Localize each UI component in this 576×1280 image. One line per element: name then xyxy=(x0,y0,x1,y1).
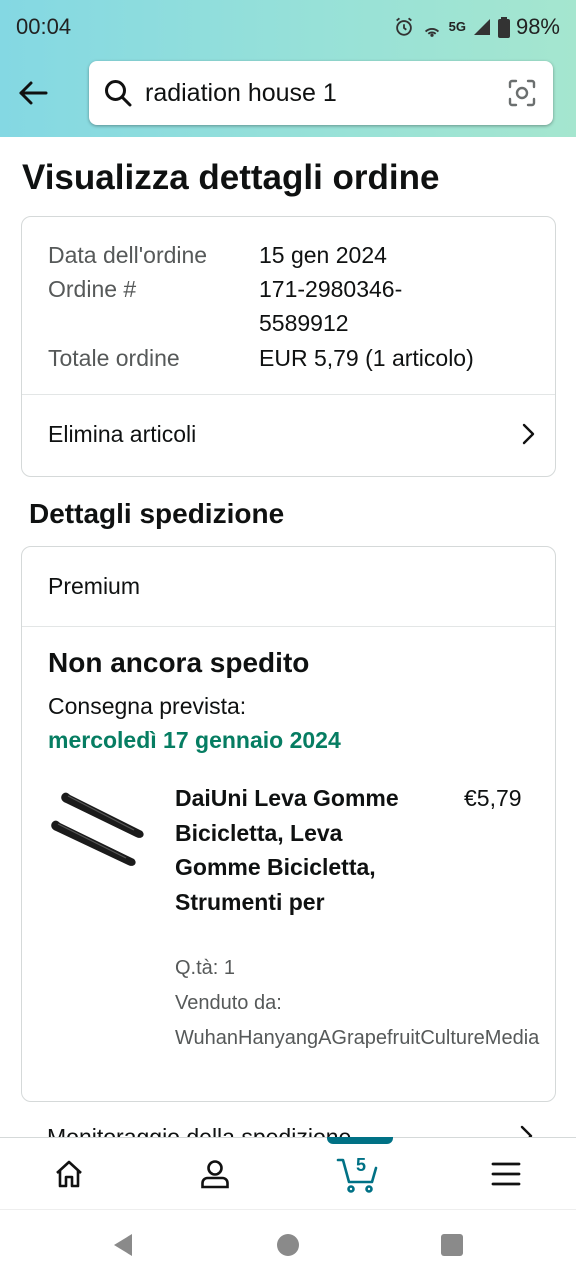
shipment-status: Non ancora spedito xyxy=(48,647,310,678)
status-time: 00:04 xyxy=(16,14,72,39)
nav-menu[interactable] xyxy=(484,1152,528,1196)
seller-name[interactable]: WuhanHanyangAGrapefruitCultureMedia xyxy=(175,1027,539,1050)
home-icon xyxy=(56,1160,82,1188)
delete-items-label: Elimina articoli xyxy=(48,421,197,447)
sold-by-label: Venduto da: xyxy=(175,992,282,1014)
signal-icon xyxy=(472,17,492,37)
order-details-screen: 00:04 5G 98% radiation house 1 Visualizz… xyxy=(0,0,576,1280)
camera-scan-icon[interactable] xyxy=(507,78,537,108)
delivery-label: Consegna prevista: xyxy=(48,693,247,719)
order-summary-card: Data dell'ordine 15 gen 2024 Ordine # 17… xyxy=(21,216,556,477)
search-icon[interactable] xyxy=(103,78,133,108)
battery-percent: 98% xyxy=(515,14,560,39)
item-quantity: Q.tà: 1 xyxy=(175,957,236,979)
product-image[interactable] xyxy=(48,785,148,875)
shipment-card: Premium Non ancora spedito Consegna prev… xyxy=(21,546,556,1102)
account-icon xyxy=(201,1160,229,1189)
order-number-line2: 5589912 xyxy=(259,310,349,336)
divider xyxy=(22,626,555,627)
order-date-value: 15 gen 2024 xyxy=(259,242,387,268)
search-bar[interactable] xyxy=(89,61,553,125)
nav-account[interactable] xyxy=(193,1152,237,1196)
order-number-line1: 171-2980346- xyxy=(259,276,403,302)
system-navigation-bar xyxy=(0,1209,576,1280)
hotspot-icon xyxy=(421,16,443,38)
order-total-value: EUR 5,79 (1 articolo) xyxy=(259,345,474,371)
menu-icon xyxy=(491,1162,521,1186)
order-number-label: Ordine # xyxy=(48,276,137,302)
chevron-right-icon xyxy=(522,423,535,445)
order-date-label: Data dell'ordine xyxy=(48,242,208,268)
search-input[interactable] xyxy=(145,73,485,113)
arrow-left-icon xyxy=(19,81,48,105)
shipping-program: Premium xyxy=(48,573,141,599)
active-tab-indicator xyxy=(327,1137,393,1144)
delete-items-row[interactable]: Elimina articoli xyxy=(22,395,555,477)
back-triangle-icon[interactable] xyxy=(110,1232,136,1258)
battery-icon xyxy=(497,16,510,38)
cart-count-badge: 5 xyxy=(356,1155,367,1175)
alarm-icon xyxy=(393,16,415,38)
app-header: 00:04 5G 98% xyxy=(0,0,576,137)
order-total-label: Totale ordine xyxy=(48,345,180,371)
status-icons: 5G 98% xyxy=(393,14,560,40)
nav-home[interactable] xyxy=(47,1152,91,1196)
delivery-date: mercoledì 17 gennaio 2024 xyxy=(48,727,341,753)
back-button[interactable] xyxy=(14,74,52,112)
item-price: €5,79 xyxy=(464,785,522,811)
page-title: Visualizza dettagli ordine xyxy=(22,158,440,197)
bottom-navigation xyxy=(0,1137,576,1209)
product-title-link[interactable]: DaiUni Leva Gomme Bicicletta, Leva Gomme… xyxy=(175,781,415,919)
home-circle-icon[interactable] xyxy=(275,1232,301,1258)
recents-square-icon[interactable] xyxy=(439,1232,465,1258)
shipping-section-title: Dettagli spedizione xyxy=(29,498,285,529)
network-type: 5G xyxy=(448,19,466,34)
status-bar: 00:04 5G 98% xyxy=(0,0,576,54)
